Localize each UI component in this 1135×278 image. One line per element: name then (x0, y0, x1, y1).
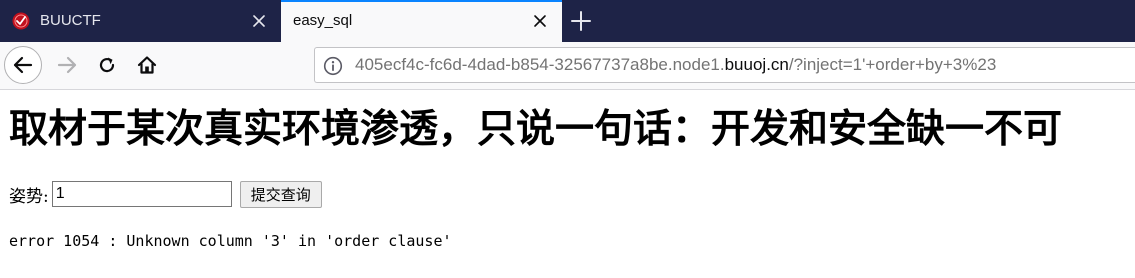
address-bar[interactable]: 405ecf4c-fc6d-4dad-b854-32567737a8be.nod… (314, 47, 1135, 83)
tab-title: easy_sql (293, 12, 353, 29)
home-icon (137, 56, 157, 74)
page-title: 取材于某次真实环境渗透，只说一句话：开发和安全缺一不可 (9, 107, 1063, 152)
url-domain: buuoj.cn (724, 55, 789, 74)
form-label: 姿势: (9, 186, 49, 207)
plus-icon[interactable] (570, 10, 592, 32)
navigation-bar: 405ecf4c-fc6d-4dad-b854-32567737a8be.nod… (0, 42, 1135, 90)
reload-icon (99, 57, 115, 73)
info-icon[interactable] (323, 56, 343, 76)
submit-button[interactable]: 提交查询 (239, 180, 322, 208)
forward-button[interactable] (48, 46, 86, 84)
url-text: 405ecf4c-fc6d-4dad-b854-32567737a8be.nod… (355, 48, 996, 82)
inject-input[interactable] (51, 181, 232, 207)
tab-buuctf[interactable]: BUUCTF (0, 0, 281, 42)
error-message: error 1054 : Unknown column '3' in 'orde… (9, 232, 452, 250)
buuctf-logo-icon (12, 12, 30, 30)
tab-easy-sql[interactable]: easy_sql (281, 0, 562, 42)
url-suffix: /?inject=1'+order+by+3%23 (788, 55, 997, 74)
home-button[interactable] (128, 46, 166, 84)
url-prefix: 405ecf4c-fc6d-4dad-b854-32567737a8be.nod… (355, 55, 725, 74)
arrow-left-icon (13, 56, 33, 74)
reload-button[interactable] (88, 46, 126, 84)
tab-strip: BUUCTF easy_sql (0, 0, 1135, 42)
page-content: 取材于某次真实环境渗透，只说一句话：开发和安全缺一不可 姿势: 提交查询 err… (0, 90, 1135, 278)
close-icon[interactable] (532, 13, 548, 29)
close-icon[interactable] (251, 13, 267, 29)
inject-form: 姿势: 提交查询 (9, 180, 322, 208)
tab-title: BUUCTF (40, 12, 101, 29)
back-button[interactable] (4, 46, 42, 84)
arrow-right-icon (57, 56, 77, 74)
